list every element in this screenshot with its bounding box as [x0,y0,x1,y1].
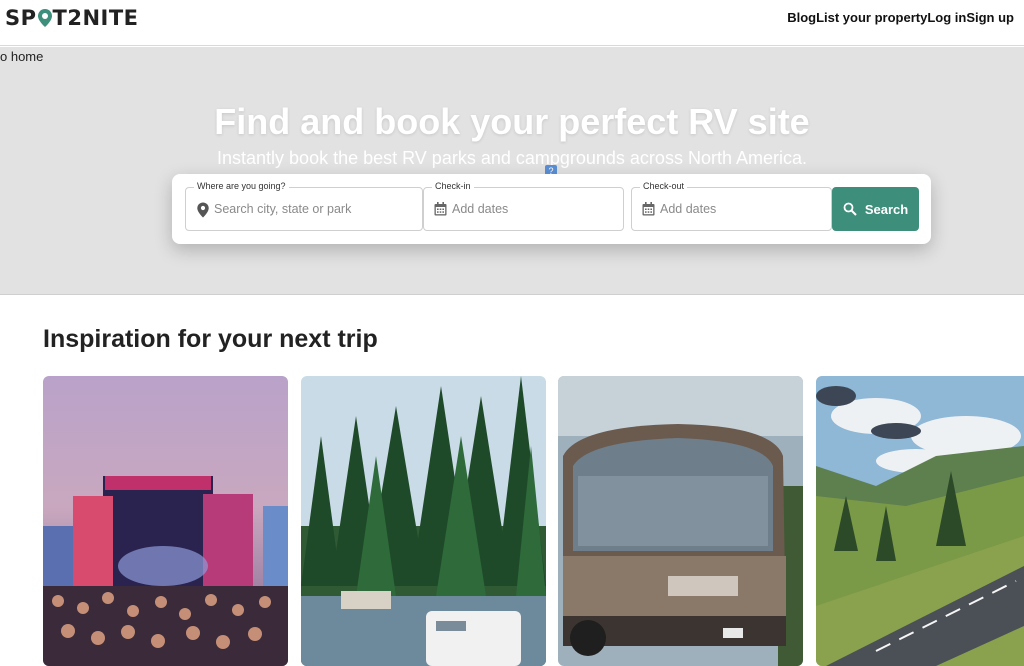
nav-signup-link[interactable]: Sign up [966,10,1014,25]
inspiration-card-rv[interactable] [558,376,803,666]
logo-pin-icon [37,6,53,30]
search-icon [843,202,857,216]
destination-label: Where are you going? [194,181,289,191]
checkin-field[interactable]: Check-in Add dates [423,181,624,231]
logo-text-start: SP [5,6,37,30]
nav-blog-link[interactable]: Blog [787,10,816,25]
search-button-label: Search [864,201,909,217]
destination-field[interactable]: Where are you going? Search city, state … [185,181,423,231]
forest-image [301,376,546,666]
skip-home-link[interactable]: o home [0,49,43,64]
logo-text-end: T2NITE [52,6,139,30]
destination-input[interactable]: Search city, state or park [214,202,351,216]
calendar-icon [642,202,656,218]
location-pin-icon [196,202,210,218]
top-navigation-bar: SP T2NITE Blog List your property Log in … [0,0,1024,46]
inspiration-card-festival[interactable] [43,376,288,666]
checkout-field[interactable]: Check-out Add dates [631,181,832,231]
spot2nite-logo[interactable]: SP T2NITE [5,6,139,30]
hero-title: Find and book your perfect RV site [214,101,810,142]
main-nav: Blog List your property Log in Sign up [787,10,1014,25]
checkin-label: Check-in [432,181,474,191]
inspiration-title: Inspiration for your next trip [43,325,378,353]
checkout-input[interactable]: Add dates [660,202,716,216]
hero-subtitle: Instantly book the best RV parks and cam… [217,148,807,168]
checkin-input[interactable]: Add dates [452,202,508,216]
hero-banner: Find and book your perfect RV site Insta… [0,47,1024,295]
rv-image [558,376,803,666]
nav-list-property-link[interactable]: List your property [816,10,927,25]
festival-image [43,376,288,666]
nav-login-link[interactable]: Log in [927,10,966,25]
inspiration-card-forest[interactable] [301,376,546,666]
calendar-icon [434,202,448,218]
inspiration-card-road[interactable] [816,376,1024,666]
checkout-label: Check-out [640,181,688,191]
search-button[interactable]: Search [832,187,919,231]
search-panel: Where are you going? Search city, state … [172,174,931,244]
mountain-road-image [816,376,1024,666]
